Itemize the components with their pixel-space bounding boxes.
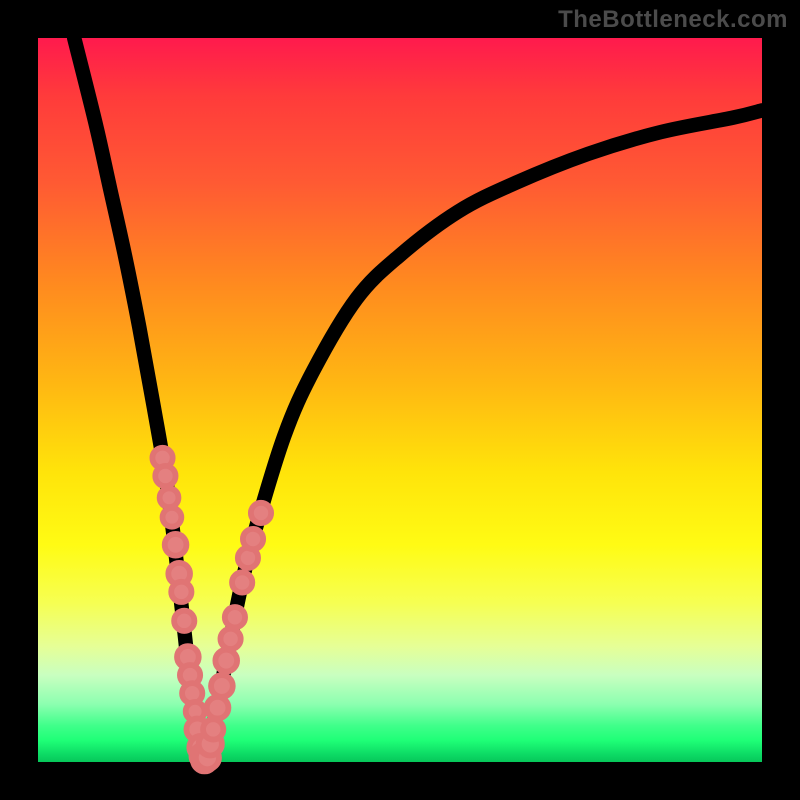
data-point (160, 488, 179, 507)
data-point (225, 607, 245, 627)
data-point (251, 503, 271, 523)
data-point (171, 582, 191, 602)
data-point (163, 508, 182, 527)
data-point (232, 572, 252, 592)
data-point (203, 719, 223, 739)
data-point (207, 697, 229, 719)
data-point (220, 629, 240, 649)
data-point (165, 534, 187, 556)
data-point-cluster (152, 448, 271, 772)
data-point (155, 466, 175, 486)
data-point (243, 529, 263, 549)
plot-area (38, 38, 762, 762)
data-point (215, 650, 237, 672)
watermark-text: TheBottleneck.com (558, 6, 788, 34)
data-point (174, 611, 194, 631)
data-point (211, 675, 233, 697)
chart-svg (38, 38, 762, 762)
chart-frame: TheBottleneck.com (0, 0, 800, 800)
